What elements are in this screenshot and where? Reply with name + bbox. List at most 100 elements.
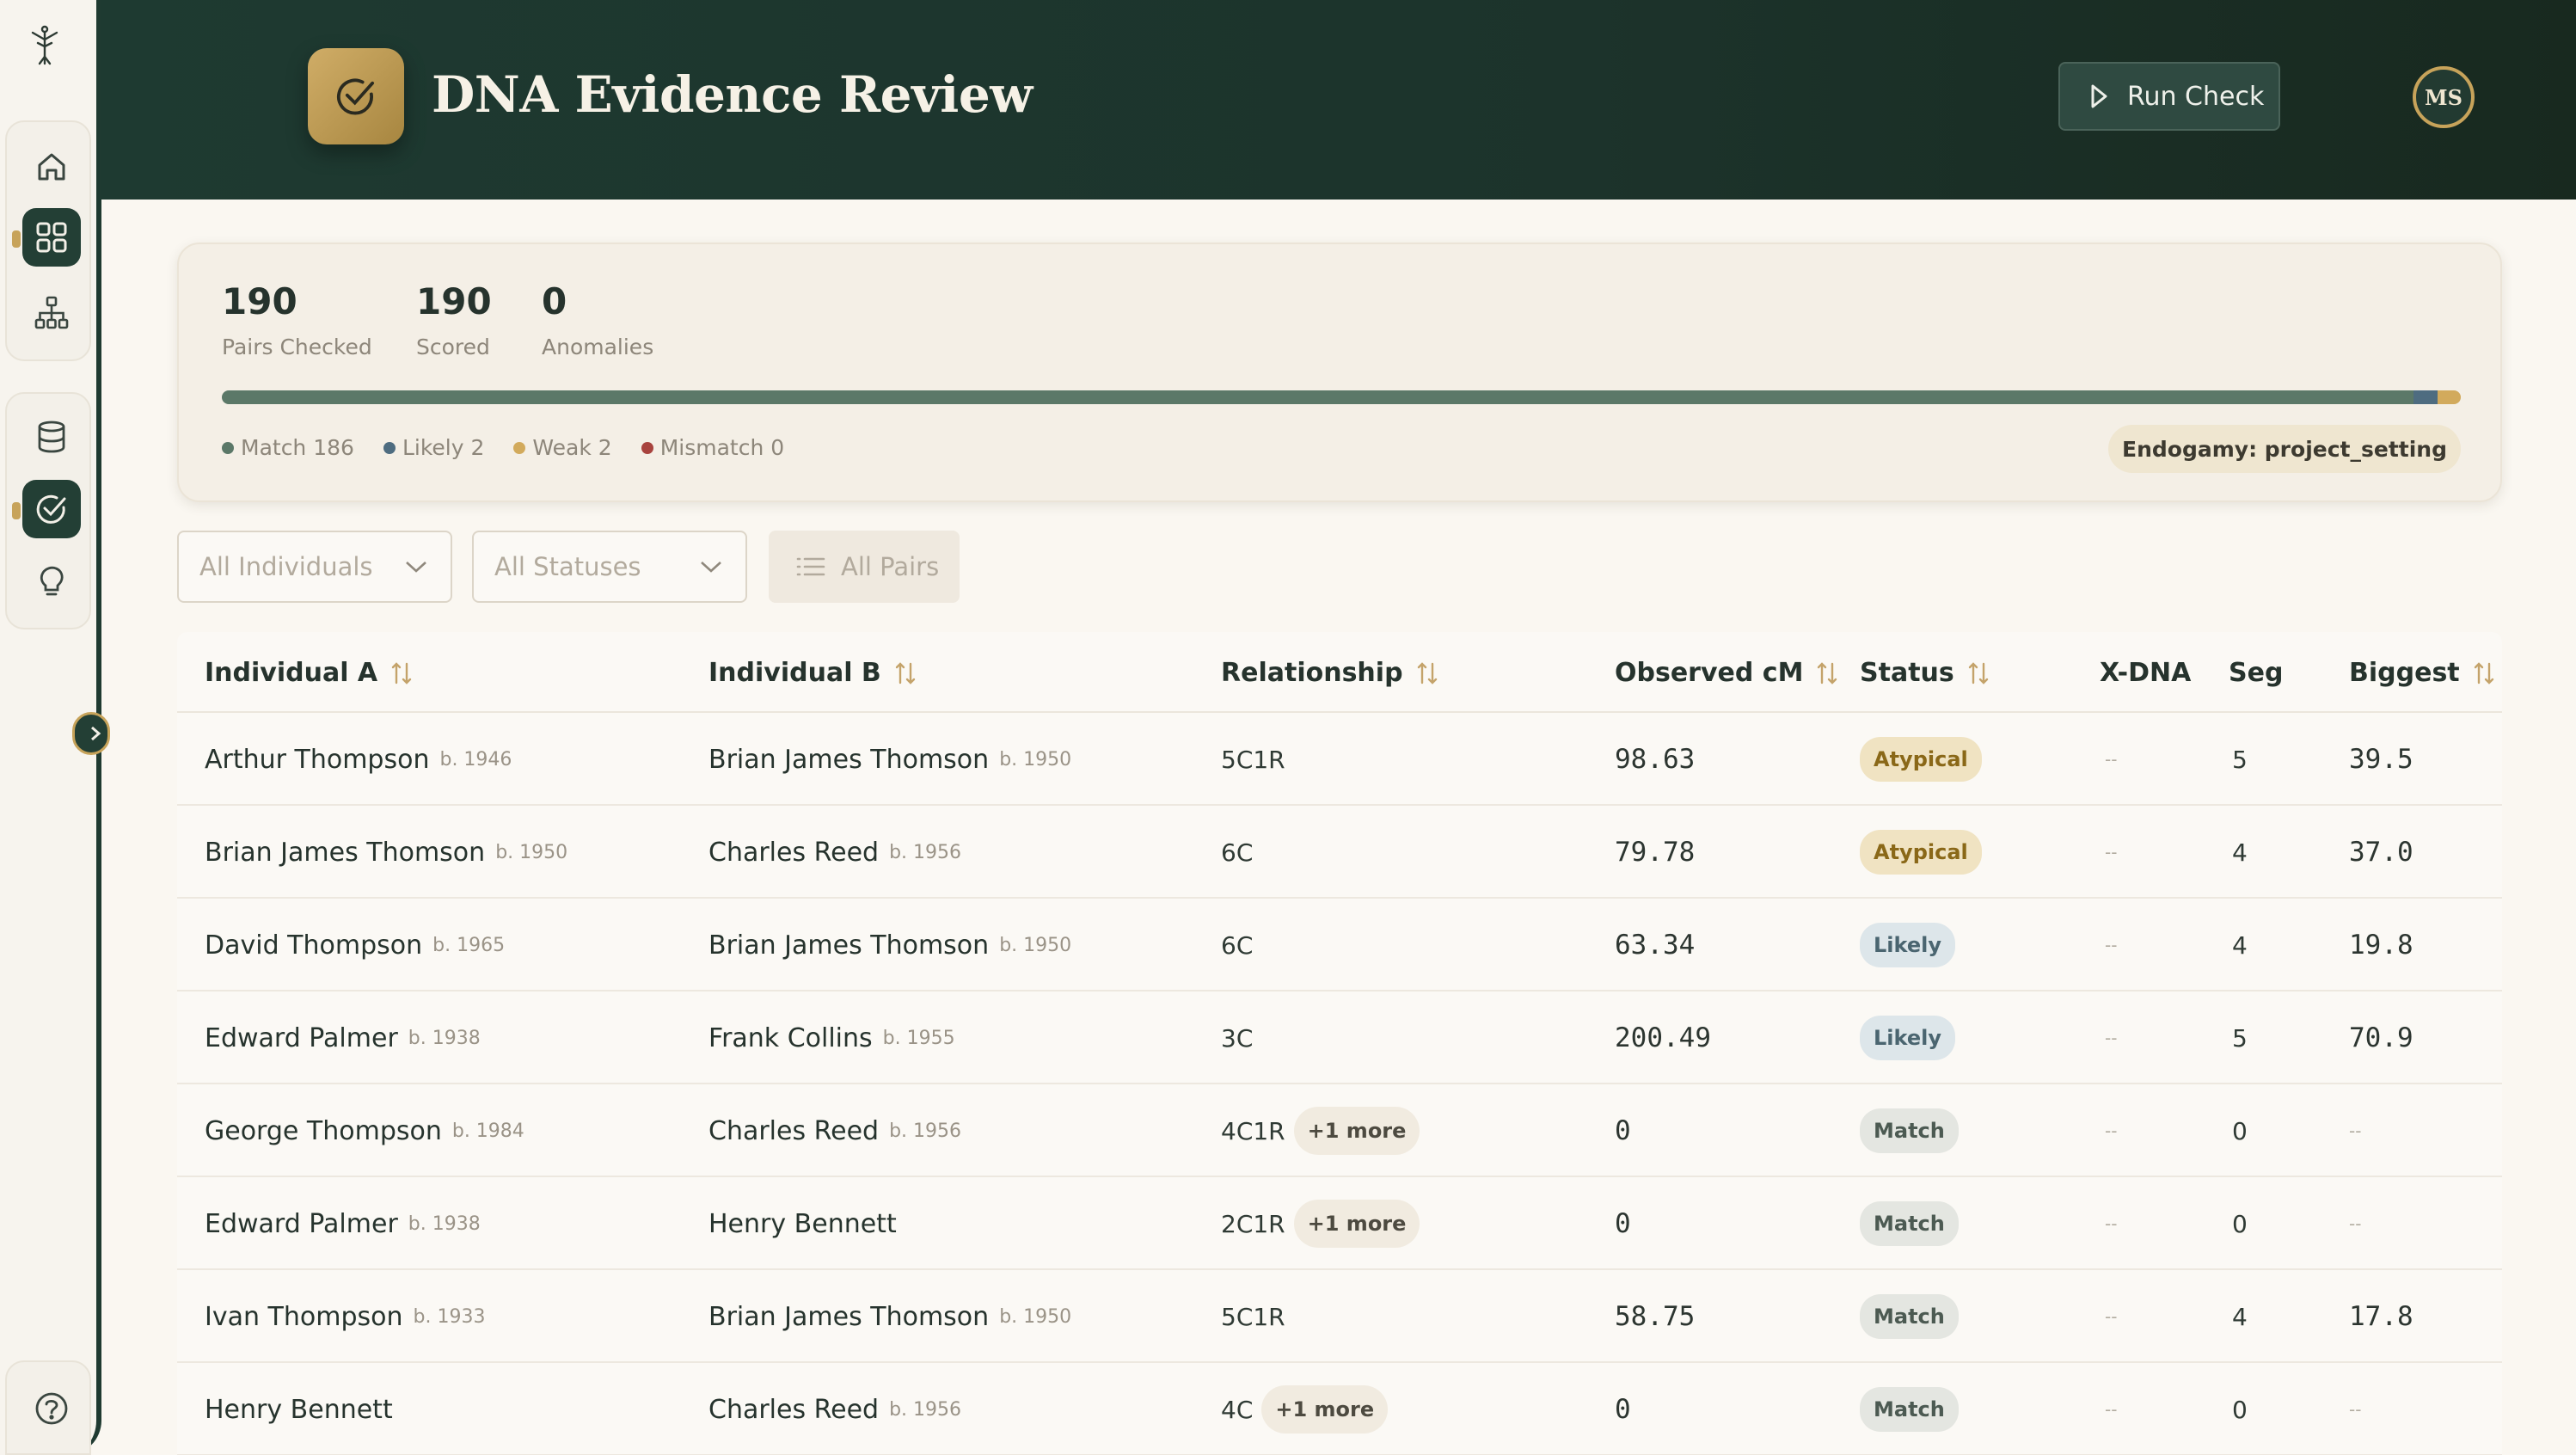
cell-status: Likely: [1860, 991, 1955, 1084]
cell-status: Match: [1860, 1177, 1959, 1270]
column-label: Biggest: [2349, 658, 2460, 688]
cell-observed-cm: 0: [1615, 1363, 1631, 1455]
biggest-value: 70.9: [2349, 1022, 2413, 1053]
relationship-value: 6C: [1221, 838, 1254, 867]
cell-seg: 4: [2232, 899, 2248, 991]
cell-seg: 5: [2232, 713, 2248, 806]
cell-individual-a: Brian James Thomson b. 1950: [205, 806, 567, 899]
summary-card: 190 Pairs Checked 190 Scored 0 Anomalies…: [177, 242, 2502, 502]
individual-a-name[interactable]: Ivan Thompson: [205, 1302, 403, 1332]
list-icon: [796, 557, 825, 576]
nav-tree[interactable]: [22, 284, 81, 342]
seg-value: 4: [2232, 1302, 2248, 1331]
nav-group-tools: [5, 392, 91, 629]
nav-data[interactable]: [22, 408, 81, 466]
individuals-filter-select[interactable]: All Individuals: [177, 531, 452, 603]
more-relationships-chip[interactable]: +1 more: [1293, 1200, 1420, 1248]
birth-year: b. 1955: [882, 1027, 955, 1049]
status-badge: Match: [1860, 1201, 1959, 1246]
cell-relationship: 2C1R +1 more: [1221, 1177, 1420, 1270]
all-pairs-button[interactable]: All Pairs: [769, 531, 960, 603]
individual-a-name[interactable]: Edward Palmer: [205, 1023, 398, 1053]
active-indicator: [12, 230, 21, 248]
table-row[interactable]: Edward Palmer b. 1938 Henry Bennett 2C1R +1 …: [177, 1177, 2502, 1270]
table-row[interactable]: Henry Bennett Charles Reed b. 1956 4C +1 mor…: [177, 1363, 2502, 1455]
status-badge: Likely: [1860, 923, 1955, 967]
cell-relationship: 5C1R: [1221, 713, 1285, 806]
page-header: DNA Evidence Review Run Check MS: [101, 0, 2576, 200]
tree-logo-icon[interactable]: [17, 17, 72, 72]
status-badge: Match: [1860, 1387, 1959, 1432]
column-label: Relationship: [1221, 658, 1403, 688]
column-status[interactable]: Status: [1860, 658, 1990, 688]
cell-status: Atypical: [1860, 713, 1982, 806]
cell-individual-b: Henry Bennett: [708, 1177, 897, 1270]
column-individual-b[interactable]: Individual B: [708, 658, 917, 688]
more-relationships-chip[interactable]: +1 more: [1261, 1385, 1389, 1434]
x-dna-value: --: [2105, 1028, 2118, 1048]
column-observed-cm[interactable]: Observed cM: [1615, 658, 1839, 688]
more-relationships-chip[interactable]: +1 more: [1293, 1107, 1420, 1155]
individual-b-name[interactable]: Brian James Thomson: [708, 1302, 989, 1332]
observed-cm-value: 63.34: [1615, 930, 1696, 961]
sidebar-collapse-toggle[interactable]: [72, 712, 110, 755]
stat-label: Anomalies: [542, 335, 654, 359]
cell-seg: 0: [2232, 1084, 2248, 1177]
birth-year: b. 1950: [999, 1305, 1072, 1328]
cell-biggest: --: [2349, 1177, 2361, 1270]
column-biggest[interactable]: Biggest: [2349, 658, 2496, 688]
individual-b-name[interactable]: Brian James Thomson: [708, 930, 989, 961]
column-individual-a[interactable]: Individual A: [205, 658, 414, 688]
run-check-button[interactable]: Run Check: [2058, 62, 2280, 131]
individual-a-name[interactable]: David Thompson: [205, 930, 422, 961]
cell-x-dna: --: [2105, 899, 2117, 991]
table-row[interactable]: Ivan Thompson b. 1933 Brian James Thomson b…: [177, 1270, 2502, 1363]
nav-dna-review[interactable]: [12, 480, 81, 538]
birth-year: b. 1956: [889, 841, 962, 863]
individual-b-name[interactable]: Charles Reed: [708, 1395, 879, 1425]
sort-arrows-icon: [1968, 661, 1988, 685]
play-icon: [2091, 84, 2107, 108]
help-icon: [35, 1392, 68, 1425]
individual-b-name[interactable]: Charles Reed: [708, 1116, 879, 1146]
nav-insights[interactable]: [22, 552, 81, 611]
table-row[interactable]: Edward Palmer b. 1938 Frank Collins b. 1955…: [177, 991, 2502, 1084]
seg-value: 4: [2232, 930, 2248, 960]
x-dna-value: --: [2105, 1399, 2118, 1420]
table-row[interactable]: Brian James Thomson b. 1950 Charles Reed b.…: [177, 806, 2502, 899]
individual-b-name[interactable]: Charles Reed: [708, 838, 879, 868]
stat-anomalies: 0 Anomalies: [542, 280, 653, 359]
nav-home[interactable]: [22, 138, 81, 196]
legend-mismatch: Mismatch 0: [641, 435, 784, 460]
individual-a-name[interactable]: George Thompson: [205, 1116, 442, 1146]
cell-individual-a: Ivan Thompson b. 1933: [205, 1270, 485, 1363]
cell-individual-a: David Thompson b. 1965: [205, 899, 505, 991]
table-row[interactable]: David Thompson b. 1965 Brian James Thomson…: [177, 899, 2502, 991]
individual-a-name[interactable]: Brian James Thomson: [205, 838, 485, 868]
status-progress-bar: [222, 390, 2461, 404]
cell-individual-b: Charles Reed b. 1956: [708, 806, 961, 899]
individual-a-name[interactable]: Arthur Thompson: [205, 745, 429, 775]
cell-individual-a: George Thompson b. 1984: [205, 1084, 524, 1177]
column-relationship[interactable]: Relationship: [1221, 658, 1439, 688]
avatar[interactable]: MS: [2413, 66, 2475, 128]
cell-status: Atypical: [1860, 806, 1982, 899]
individual-b-name[interactable]: Brian James Thomson: [708, 745, 989, 775]
nav-dashboard[interactable]: [12, 208, 81, 267]
individual-b-name[interactable]: Henry Bennett: [708, 1209, 897, 1239]
cell-individual-b: Frank Collins b. 1955: [708, 991, 955, 1084]
cell-x-dna: --: [2105, 1084, 2117, 1177]
birth-year: b. 1933: [413, 1305, 486, 1328]
legend-label: Mismatch 0: [659, 435, 785, 460]
individual-b-name[interactable]: Frank Collins: [708, 1023, 873, 1053]
statuses-filter-select[interactable]: All Statuses: [472, 531, 747, 603]
nav-help[interactable]: [22, 1379, 81, 1438]
observed-cm-value: 98.63: [1615, 744, 1696, 775]
table-row[interactable]: Arthur Thompson b. 1946 Brian James Thomso…: [177, 713, 2502, 806]
sort-arrows-icon: [1417, 661, 1437, 685]
table-row[interactable]: George Thompson b. 1984 Charles Reed b. 195…: [177, 1084, 2502, 1177]
individual-a-name[interactable]: Henry Bennett: [205, 1395, 393, 1425]
seg-value: 0: [2232, 1116, 2248, 1145]
stat-label: Pairs Checked: [222, 335, 372, 359]
individual-a-name[interactable]: Edward Palmer: [205, 1209, 398, 1239]
